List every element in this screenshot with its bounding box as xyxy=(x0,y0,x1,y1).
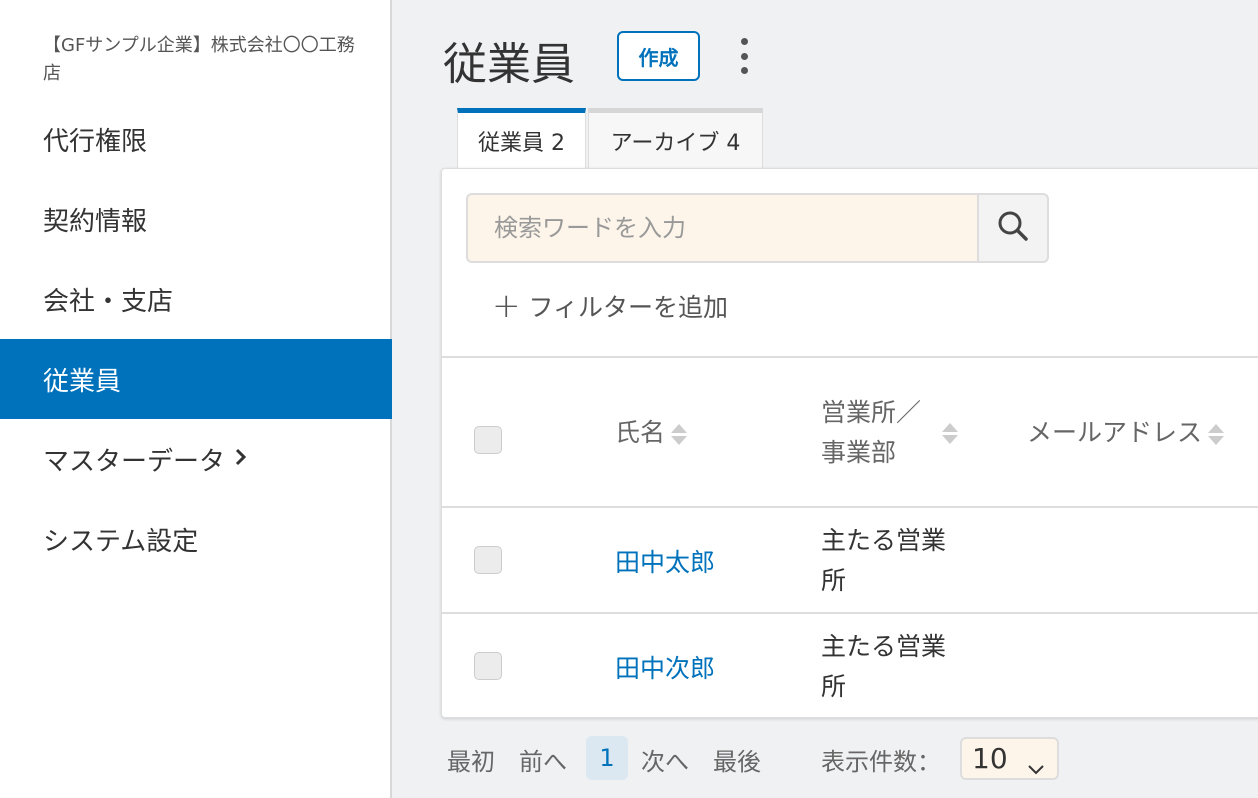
column-header-name[interactable]: 氏名 xyxy=(615,413,688,453)
chevron-right-icon xyxy=(235,447,247,472)
divider xyxy=(441,612,1258,614)
sidebar-item-label: マスターデータ xyxy=(43,446,226,477)
tab-employees[interactable]: 従業員 2 xyxy=(457,108,586,168)
divider xyxy=(441,356,1258,358)
sidebar-item-employees[interactable]: 従業員 xyxy=(0,339,392,419)
search-button[interactable] xyxy=(977,193,1049,263)
per-page-label: 表示件数： xyxy=(821,748,941,776)
pagination-current-page[interactable]: 1 xyxy=(586,736,628,780)
sidebar-item-label: 契約情報 xyxy=(43,206,148,237)
sort-icon xyxy=(671,423,688,445)
column-header-email[interactable]: メールアドレス xyxy=(1027,413,1225,453)
pagination-last[interactable]: 最後 xyxy=(713,742,761,777)
sort-icon xyxy=(942,422,958,444)
create-button[interactable]: 作成 xyxy=(617,31,700,81)
employee-name-link[interactable]: 田中次郎 xyxy=(615,649,715,685)
sidebar: 【GFサンプル企業】株式会社〇〇工務店 代行権限 契約情報 会社・支店 従業員 … xyxy=(0,0,392,798)
sidebar-item-delegation[interactable]: 代行権限 xyxy=(0,99,392,179)
company-name: 【GFサンプル企業】株式会社〇〇工務店 xyxy=(43,35,355,84)
plus-icon: + xyxy=(492,286,521,326)
employee-office: 主たる営業所 xyxy=(821,632,947,701)
sidebar-item-master-data[interactable]: マスターデータ xyxy=(0,419,392,499)
chevron-down-icon xyxy=(1027,751,1045,784)
employee-name-link[interactable]: 田中太郎 xyxy=(615,543,715,579)
add-filter-label: フィルターを追加 xyxy=(528,293,729,322)
employee-office: 主たる営業所 xyxy=(821,526,947,595)
column-header-office[interactable]: 営業所／事業部 xyxy=(821,393,971,473)
search-input[interactable] xyxy=(466,193,978,263)
per-page-select[interactable]: 10 xyxy=(960,737,1059,780)
per-page-value: 10 xyxy=(972,742,1008,775)
sidebar-item-label: 会社・支店 xyxy=(43,286,174,317)
sidebar-item-system-settings[interactable]: システム設定 xyxy=(0,499,392,579)
select-all-checkbox[interactable] xyxy=(474,426,502,454)
sidebar-item-label: 代行権限 xyxy=(43,126,148,157)
sidebar-item-label: 従業員 xyxy=(43,366,122,397)
sidebar-item-label: システム設定 xyxy=(43,526,199,557)
pagination-prev[interactable]: 前へ xyxy=(519,742,567,777)
search-icon xyxy=(997,210,1029,246)
page-title: 従業員 xyxy=(443,39,575,90)
sidebar-item-contract[interactable]: 契約情報 xyxy=(0,179,392,259)
sidebar-item-company-branch[interactable]: 会社・支店 xyxy=(0,259,392,339)
tab-archive[interactable]: アーカイブ 4 xyxy=(588,108,763,168)
pagination-first[interactable]: 最初 xyxy=(447,742,495,777)
add-filter-button[interactable]: + フィルターを追加 xyxy=(492,288,728,324)
divider xyxy=(441,506,1258,508)
pagination-next[interactable]: 次へ xyxy=(641,742,689,777)
row-checkbox[interactable] xyxy=(474,546,502,574)
more-options-icon[interactable] xyxy=(733,38,755,74)
row-checkbox[interactable] xyxy=(474,652,502,680)
sort-icon xyxy=(1208,423,1225,445)
